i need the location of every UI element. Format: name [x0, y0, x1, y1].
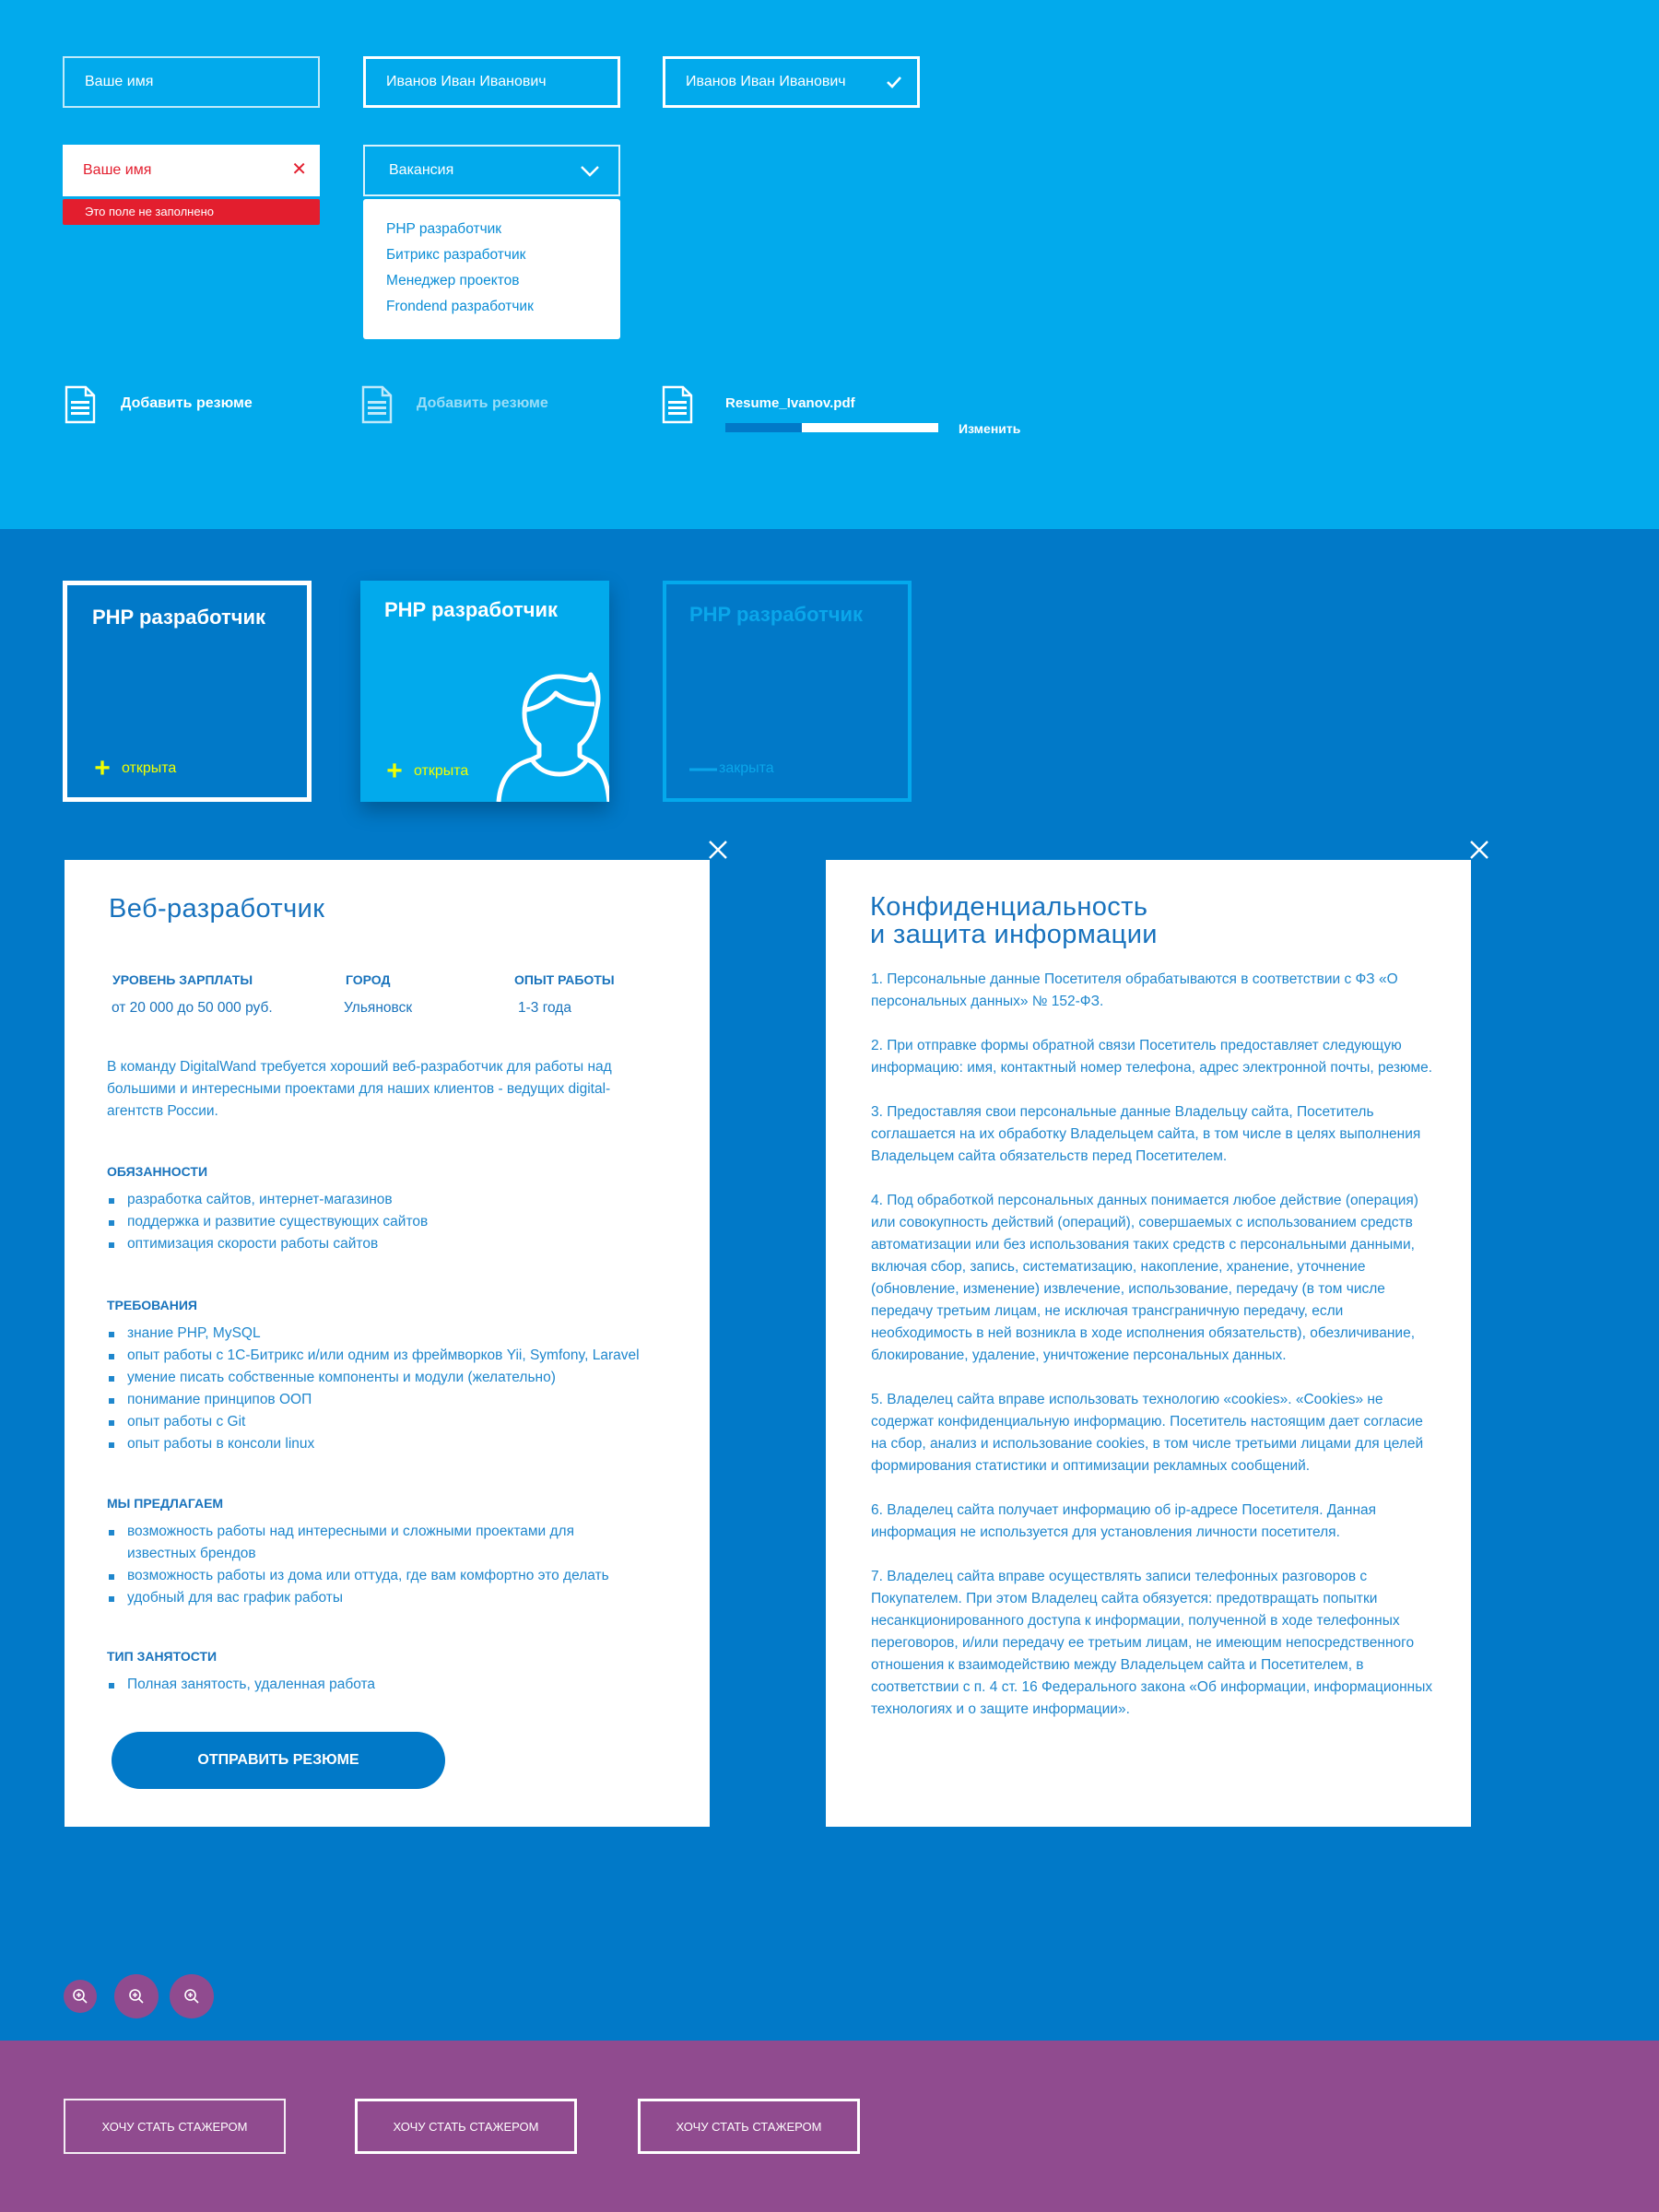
check-icon: [884, 72, 904, 97]
list-item: возможность работы над интересными и сло…: [106, 1521, 622, 1565]
offers-list: возможность работы над интересными и сло…: [106, 1521, 622, 1609]
offers-heading: МЫ ПРЕДЛАГАЕМ: [107, 1496, 224, 1511]
vacancy-status-label: открыта: [414, 763, 469, 779]
cross-icon[interactable]: ✕: [291, 160, 307, 179]
salary-value: от 20 000 до 50 000 руб.: [112, 1000, 273, 1016]
requirements-heading: ТРЕБОВАНИЯ: [107, 1298, 197, 1312]
experience-label: ОПЫТ РАБОТЫ: [514, 972, 615, 987]
dropdown-option[interactable]: PHP разработчик: [386, 217, 620, 242]
list-item: удобный для вас график работы: [106, 1587, 622, 1609]
vacancy-card-title: PHP разработчик: [384, 598, 559, 621]
list-item: возможность работы из дома или оттуда, г…: [106, 1565, 622, 1587]
name-input-error[interactable]: Ваше имя ✕: [63, 145, 320, 196]
name-input-focused[interactable]: Иванов Иван Иванович: [363, 56, 620, 108]
become-intern-button-active[interactable]: ХОЧУ СТАТЬ СТАЖЕРОМ: [638, 2099, 860, 2154]
employment-type-list: Полная занятость, удаленная работа: [106, 1674, 375, 1696]
requirements-list: знание PHP, MySQL опыт работы с 1С-Битри…: [106, 1323, 640, 1455]
zoom-in-button-active[interactable]: [170, 1974, 214, 2018]
list-item: разработка сайтов, интернет-магазинов: [106, 1189, 428, 1211]
vacancy-card-title: PHP разработчик: [689, 603, 864, 626]
privacy-text: 1. Персональные данные Посетителя обраба…: [871, 969, 1433, 1743]
name-input-value: Иванов Иван Иванович: [386, 74, 547, 89]
dropdown-option[interactable]: Битрикс разработчик: [386, 242, 620, 268]
document-icon[interactable]: [65, 385, 96, 424]
job-intro: В команду DigitalWand требуется хороший …: [107, 1059, 612, 1119]
become-intern-button-hover[interactable]: ХОЧУ СТАТЬ СТАЖЕРОМ: [355, 2099, 577, 2154]
chevron-down-icon: [580, 163, 600, 182]
dropdown-option[interactable]: Frondend разработчик: [386, 294, 620, 320]
zoom-in-icon: [129, 1989, 144, 2004]
employment-type-heading: ТИП ЗАНЯТОСТИ: [107, 1649, 218, 1664]
change-file-link[interactable]: Изменить: [959, 421, 1020, 436]
privacy-title-line2: и защита информации: [870, 920, 1158, 949]
vacancy-status-label: закрыта: [719, 760, 774, 776]
name-input-valid[interactable]: Иванов Иван Иванович: [663, 56, 920, 108]
zoom-in-button[interactable]: [64, 1980, 97, 2013]
vacancy-card-status: — закрыта: [689, 755, 774, 782]
vacancy-card-closed[interactable]: PHP разработчик — закрыта: [663, 581, 912, 802]
privacy-paragraph: 3. Предоставляя свои персональные данные…: [871, 1104, 1421, 1164]
list-item: оптимизация скорости работы сайтов: [106, 1233, 428, 1255]
plus-icon: +: [386, 756, 403, 786]
vacancy-card-title: PHP разработчик: [92, 606, 266, 629]
privacy-paragraph: 5. Владелец сайта вправе использовать те…: [871, 1392, 1424, 1474]
job-modal: Веб-разработчик УРОВЕНЬ ЗАРПЛАТЫ от 20 0…: [65, 860, 710, 1827]
document-icon: [662, 385, 693, 424]
vacancy-select[interactable]: Вакансия: [363, 145, 620, 196]
dropdown-option[interactable]: Менеджер проектов: [386, 268, 620, 294]
list-item: умение писать собственные компоненты и м…: [106, 1367, 640, 1389]
upload-progress-bar: [725, 423, 938, 432]
document-icon[interactable]: [361, 385, 393, 424]
list-item: поддержка и развитие существующих сайтов: [106, 1211, 428, 1233]
person-avatar-icon: [496, 672, 609, 802]
privacy-title: Конфиденциальность и защита информации: [870, 893, 1158, 948]
privacy-paragraph: 2. При отправке формы обратной связи Пос…: [871, 1038, 1433, 1076]
duties-list: разработка сайтов, интернет-магазинов по…: [106, 1189, 428, 1255]
city-label: ГОРОД: [346, 972, 391, 987]
vacancy-status-label: открыта: [122, 760, 177, 776]
vacancy-card-status: + открыта: [384, 758, 468, 785]
close-icon[interactable]: [1468, 839, 1490, 861]
list-item: знание PHP, MySQL: [106, 1323, 640, 1345]
salary-label: УРОВЕНЬ ЗАРПЛАТЫ: [112, 972, 253, 987]
vacancy-card-status: + открыта: [92, 755, 176, 782]
city-value: Ульяновск: [344, 1000, 413, 1016]
privacy-modal: Конфиденциальность и защита информации 1…: [826, 860, 1471, 1827]
error-message: Это поле не заполнено: [63, 199, 320, 225]
list-item: опыт работы в консоли linux: [106, 1433, 640, 1455]
upload-progress-fill: [725, 423, 803, 432]
list-item: опыт работы с 1С-Битрикс и/или одним из …: [106, 1345, 640, 1367]
minus-icon: —: [689, 753, 717, 783]
privacy-paragraph: 7. Владелец сайта вправе осуществлять за…: [871, 1569, 1433, 1717]
name-input-empty[interactable]: Ваше имя: [63, 56, 320, 108]
privacy-paragraph: 1. Персональные данные Посетителя обраба…: [871, 971, 1398, 1009]
vacancy-card-hover[interactable]: PHP разработчик + открыта: [360, 581, 609, 802]
zoom-in-icon: [73, 1989, 88, 2004]
zoom-in-button-hover[interactable]: [114, 1974, 159, 2018]
privacy-paragraph: 6. Владелец сайта получает информацию об…: [871, 1502, 1377, 1540]
send-resume-button[interactable]: ОТПРАВИТЬ РЕЗЮМЕ: [112, 1732, 445, 1789]
become-intern-button[interactable]: ХОЧУ СТАТЬ СТАЖЕРОМ: [64, 2099, 286, 2154]
vacancy-select-value: Вакансия: [389, 162, 454, 178]
name-input-placeholder: Ваше имя: [85, 74, 154, 89]
close-icon[interactable]: [707, 839, 729, 861]
zoom-in-icon: [184, 1989, 199, 2004]
name-input-valid-value: Иванов Иван Иванович: [686, 74, 846, 89]
job-title: Веб-разработчик: [109, 894, 325, 924]
experience-value: 1-3 года: [518, 1000, 571, 1016]
privacy-paragraph: 4. Под обработкой персональных данных по…: [871, 1193, 1418, 1363]
list-item: Полная занятость, удаленная работа: [106, 1674, 375, 1696]
uploaded-file-name: Resume_Ivanov.pdf: [725, 395, 855, 411]
vacancy-card-default[interactable]: PHP разработчик + открыта: [63, 581, 312, 802]
name-input-error-placeholder: Ваше имя: [83, 162, 152, 178]
plus-icon: +: [94, 753, 111, 783]
duties-heading: ОБЯЗАННОСТИ: [107, 1164, 208, 1179]
vacancy-dropdown: PHP разработчик Битрикс разработчик Мене…: [363, 199, 620, 339]
add-resume-link-hover[interactable]: Добавить резюме: [417, 395, 548, 412]
add-resume-link[interactable]: Добавить резюме: [121, 395, 253, 412]
privacy-title-line1: Конфиденциальность: [870, 892, 1148, 922]
list-item: понимание принципов ООП: [106, 1389, 640, 1411]
list-item: опыт работы с Git: [106, 1411, 640, 1433]
